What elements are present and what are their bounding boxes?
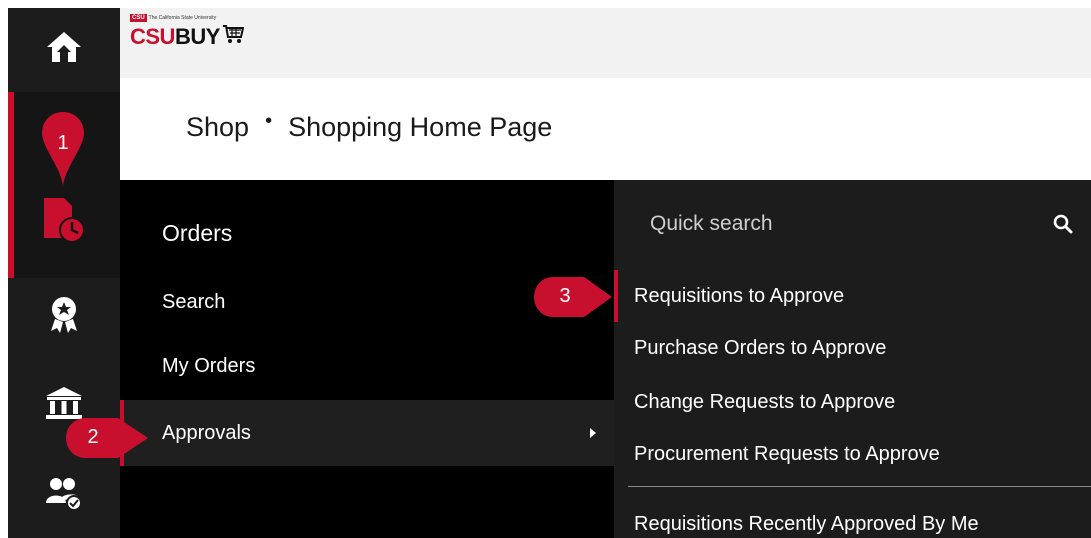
orders-menu-item-my-orders[interactable]: My Orders [120,342,614,390]
logo-header: CSU The California State University CSU … [120,8,1091,78]
submenu-item-change-requests-to-approve[interactable]: Change Requests to Approve [614,376,1091,428]
breadcrumb-separator: • [265,110,273,132]
submenu-divider [628,486,1091,487]
nav-awards[interactable] [8,280,120,350]
search-icon[interactable] [1053,214,1073,239]
orders-clock-icon [42,196,86,244]
page-title-bar: Shop • Shopping Home Page [120,78,1091,180]
csu-logo-tagline: The California State University [148,15,217,21]
callout-number-2: 2 [87,426,99,448]
submenu-item-procurement-requests-to-approve[interactable]: Procurement Requests to Approve [614,428,1091,480]
quick-search-placeholder: Quick search [650,212,773,235]
people-check-icon [44,475,84,511]
callout-number-1: 1 [57,132,69,154]
shopping-cart-icon [222,24,245,50]
breadcrumb: Shop • Shopping Home Page [186,110,553,143]
approvals-submenu: Quick search Requisitions to Approve Pur… [614,180,1091,538]
award-ribbon-icon [49,295,79,335]
nav-home[interactable] [8,8,120,86]
csubuy-logo[interactable]: CSU The California State University CSU … [130,14,245,50]
approvals-label: Approvals [162,421,251,444]
logo-buy-text: BUY [174,24,220,49]
orders-menu-item-approvals[interactable]: Approvals [120,400,614,466]
orders-flyout-menu: Orders Search My Orders Approvals [120,180,614,538]
submenu-item-recently-approved[interactable]: Requisitions Recently Approved By Me [614,498,1091,538]
submenu-item-purchase-orders-to-approve[interactable]: Purchase Orders to Approve [614,322,1091,374]
nav-people[interactable] [8,463,120,523]
step-callout-3: 3 [532,276,614,318]
callout-number-3: 3 [559,285,571,307]
step-callout-1: 1 [40,110,86,190]
orders-menu-title: Orders [162,220,233,246]
submenu-item-requisitions-to-approve[interactable]: Requisitions to Approve [614,270,1091,322]
home-icon [44,29,84,65]
quick-search-field[interactable]: Quick search [614,180,1091,266]
logo-csu-text: CSU [130,24,175,49]
step-callout-2: 2 [64,416,150,460]
caret-right-icon [590,428,596,438]
breadcrumb-page: Shopping Home Page [288,112,553,142]
csu-logo-box: CSU [130,14,147,22]
breadcrumb-section[interactable]: Shop [186,112,249,143]
